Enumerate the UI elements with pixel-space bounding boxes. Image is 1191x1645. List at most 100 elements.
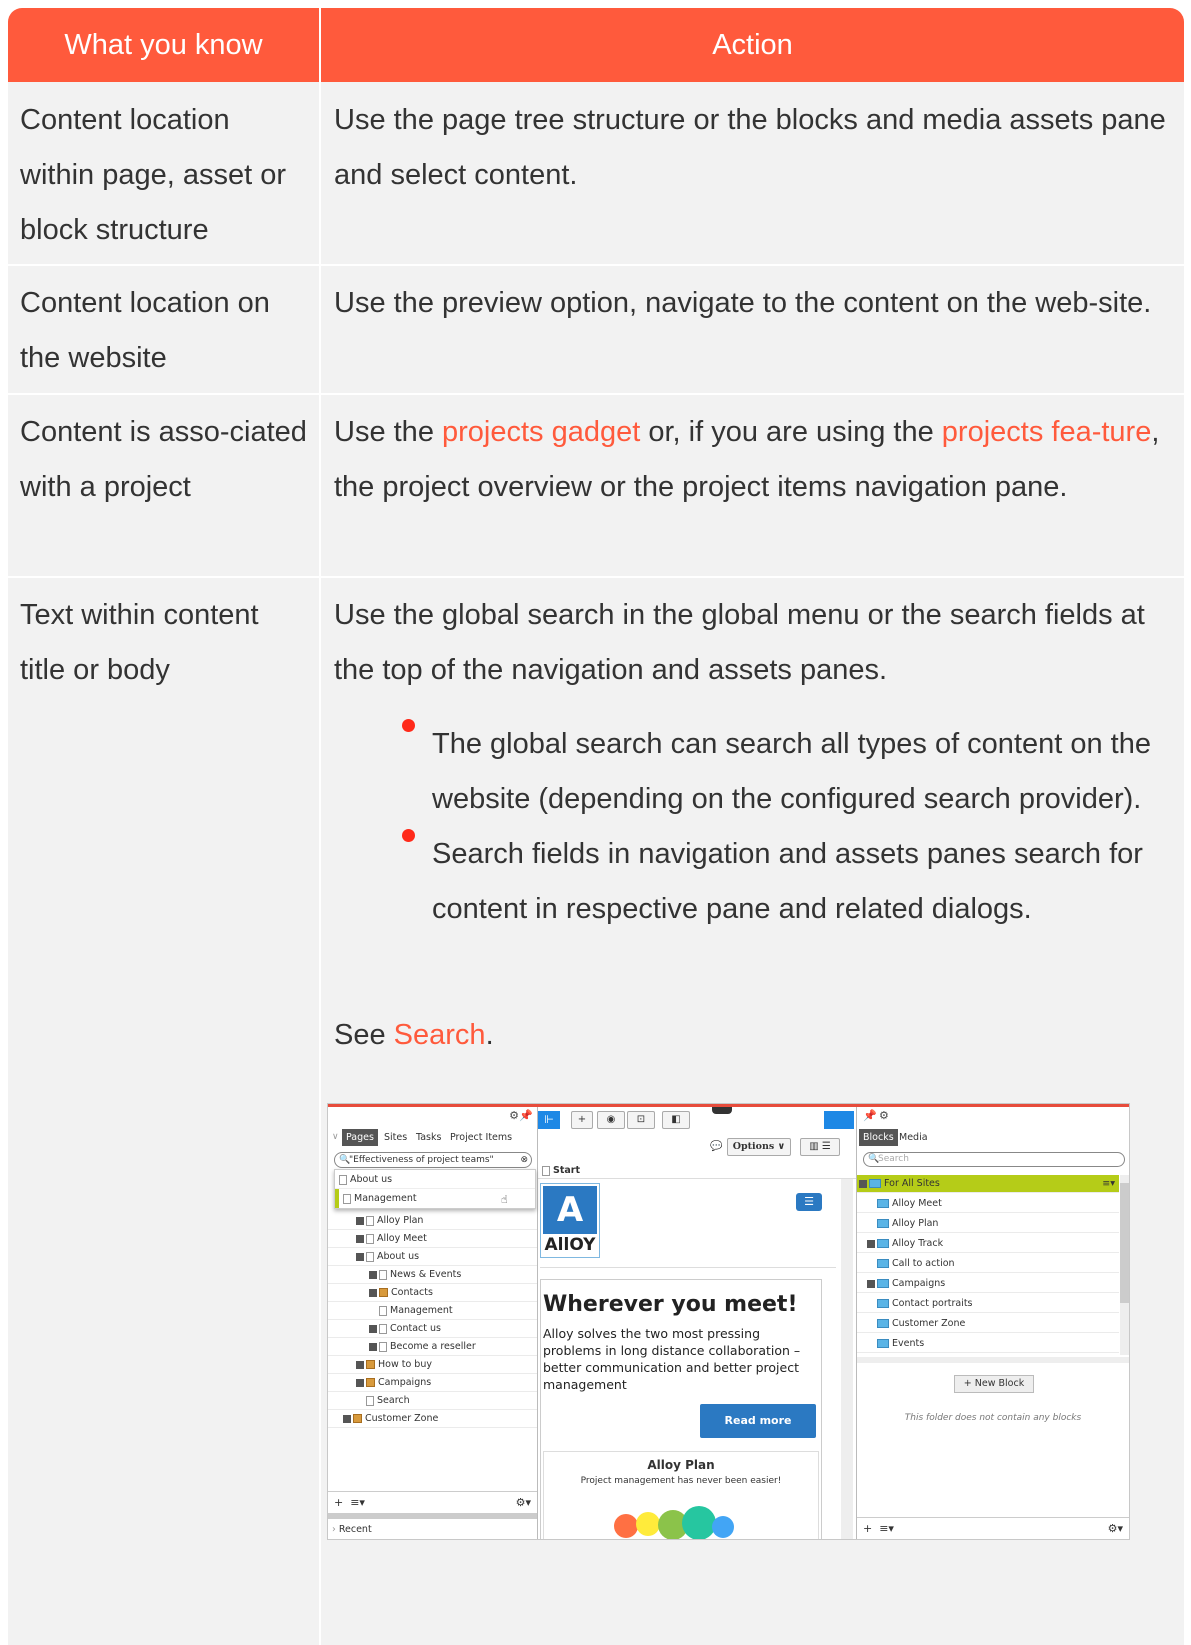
decorative-circle bbox=[682, 1506, 716, 1539]
tree-item[interactable]: Campaigns bbox=[328, 1374, 537, 1392]
scrollbar[interactable] bbox=[841, 1179, 853, 1539]
navigation-pane: ⚙ 📌 ∨ Pages Sites Tasks Project Items 🔍 … bbox=[328, 1107, 538, 1539]
hamburger-menu-icon[interactable]: ☰ bbox=[796, 1193, 822, 1211]
pin-icon[interactable]: 📌 bbox=[519, 1109, 533, 1122]
decorative-circle bbox=[636, 1512, 660, 1536]
header-action: Action bbox=[712, 29, 793, 61]
pane-toolbar: + ≡▾ ⚙▾ bbox=[857, 1517, 1129, 1539]
tab-tasks[interactable]: Tasks bbox=[412, 1129, 445, 1146]
add-icon[interactable]: + bbox=[863, 1522, 872, 1535]
tree-item[interactable]: Management bbox=[328, 1302, 537, 1320]
tree-item[interactable]: Alloy Meet bbox=[328, 1230, 537, 1248]
assets-folder-icon[interactable] bbox=[824, 1111, 854, 1129]
tree-item[interactable]: How to buy bbox=[328, 1356, 537, 1374]
recent-section[interactable]: › Recent bbox=[328, 1521, 537, 1539]
search-results-dropdown: About us Management ☝ bbox=[334, 1169, 536, 1209]
chevron-down-icon: ∨ bbox=[332, 1132, 339, 1142]
tab-media[interactable]: Media bbox=[895, 1129, 932, 1146]
table-row: Content is asso-ciated with a project Us… bbox=[8, 395, 1184, 578]
preview-eye-icon[interactable]: ◉ bbox=[597, 1111, 625, 1129]
search-input[interactable]: 🔍 "Effectiveness of project teams" ⊗ bbox=[334, 1152, 532, 1168]
pin-icon[interactable]: 📌 bbox=[863, 1109, 877, 1122]
preview-pane: ⊩ + ◉ ⊡ ◧ 💬 Options ∨ ▥ ☰ Start A AllOY … bbox=[538, 1107, 856, 1539]
gear-icon[interactable]: ⚙ bbox=[879, 1109, 889, 1122]
gear-icon[interactable]: ⚙ bbox=[509, 1109, 519, 1122]
breadcrumb: Start bbox=[538, 1163, 856, 1179]
action-cell: Use the page tree structure or the block… bbox=[334, 104, 1166, 191]
tab-project-items[interactable]: Project Items bbox=[446, 1129, 516, 1146]
tab-sites[interactable]: Sites bbox=[380, 1129, 411, 1146]
menu-icon[interactable]: ≡▾ bbox=[350, 1496, 365, 1509]
add-button[interactable]: + bbox=[571, 1111, 593, 1129]
tree-item[interactable]: Alloy Plan bbox=[328, 1212, 537, 1230]
options-button[interactable]: Options ∨ bbox=[727, 1138, 791, 1156]
context-menu-icon[interactable]: ≡▾ bbox=[1102, 1175, 1115, 1193]
empty-message: This folder does not contain any blocks bbox=[904, 1413, 1082, 1423]
plan-title: Alloy Plan bbox=[647, 1458, 715, 1472]
tab-pages[interactable]: Pages bbox=[342, 1129, 378, 1146]
table-row: Content location within page, asset or b… bbox=[8, 82, 1184, 266]
settings-icon[interactable]: ⚙▾ bbox=[516, 1492, 531, 1514]
see-also: See Search. bbox=[334, 1019, 494, 1051]
menu-icon[interactable]: ≡▾ bbox=[879, 1522, 894, 1535]
folder-item[interactable]: Alloy Plan bbox=[857, 1215, 1119, 1233]
projects-gadget-link[interactable]: projects gadget bbox=[442, 416, 640, 448]
search-icon: 🔍 bbox=[868, 1154, 880, 1164]
search-input[interactable]: 🔍 Search bbox=[863, 1152, 1125, 1167]
tree-item[interactable]: Become a reseller bbox=[328, 1338, 537, 1356]
tab-blocks[interactable]: Blocks bbox=[859, 1129, 898, 1146]
assets-pane: 📌 ⚙ Blocks Media 🔍 Search For All Sites ≡… bbox=[856, 1107, 1129, 1539]
folder-item[interactable]: Campaigns bbox=[857, 1275, 1119, 1293]
toggle-view-icon[interactable]: ◧ bbox=[662, 1111, 690, 1129]
tree-item[interactable]: Search bbox=[328, 1392, 537, 1410]
compare-icon[interactable]: ⊡ bbox=[627, 1111, 655, 1129]
plan-text: Project management has never been easier… bbox=[580, 1476, 782, 1486]
add-icon[interactable]: + bbox=[334, 1496, 343, 1509]
pane-toolbar: + ≡▾ ⚙▾ bbox=[328, 1491, 537, 1513]
folder-item[interactable]: Contact portraits bbox=[857, 1295, 1119, 1313]
global-menu-toggle[interactable] bbox=[712, 1107, 732, 1114]
decorative-circle bbox=[614, 1514, 638, 1538]
scrollbar[interactable] bbox=[1120, 1175, 1129, 1355]
tree-item[interactable]: Contact us bbox=[328, 1320, 537, 1338]
tree-item[interactable]: About us bbox=[328, 1248, 537, 1266]
search-icon: 🔍 bbox=[339, 1155, 351, 1165]
decorative-circle bbox=[712, 1516, 734, 1538]
list-item[interactable]: Management ☝ bbox=[335, 1189, 535, 1208]
projects-feature-link[interactable]: projects fea-ture bbox=[942, 416, 1152, 448]
hero-title: Wherever you meet! bbox=[543, 1292, 798, 1317]
folder-item[interactable]: Alloy Meet bbox=[857, 1195, 1119, 1213]
know-cell: Content location within page, asset or b… bbox=[20, 104, 286, 246]
read-more-button[interactable]: Read more bbox=[700, 1404, 816, 1438]
know-cell: Text within content title or body bbox=[20, 599, 259, 686]
list-item[interactable]: About us bbox=[335, 1170, 535, 1189]
settings-icon[interactable]: ⚙▾ bbox=[1108, 1518, 1123, 1539]
folder-item[interactable]: Alloy Track bbox=[857, 1235, 1119, 1253]
action-cell: Use the preview option, navigate to the … bbox=[334, 287, 1152, 319]
tree-item[interactable]: News & Events bbox=[328, 1266, 537, 1284]
new-block-button[interactable]: + New Block bbox=[954, 1375, 1034, 1393]
bullet-dot-icon bbox=[402, 829, 415, 842]
action-cell: Use the global search in the global menu… bbox=[334, 599, 1145, 686]
bullet-dot-icon bbox=[402, 719, 415, 732]
folder-item[interactable]: For All Sites ≡▾ bbox=[857, 1175, 1119, 1193]
tree-item[interactable]: Contacts bbox=[328, 1284, 537, 1302]
search-link[interactable]: Search bbox=[394, 1019, 486, 1051]
hand-cursor-icon: ☝ bbox=[501, 1193, 508, 1206]
clear-icon[interactable]: ⊗ bbox=[520, 1153, 528, 1167]
cms-screenshot: ⚙ 📌 ∨ Pages Sites Tasks Project Items 🔍 … bbox=[327, 1103, 1130, 1540]
folder-item[interactable]: Customer Zone bbox=[857, 1315, 1119, 1333]
plan-card: Alloy Plan Project management has never … bbox=[543, 1451, 819, 1539]
folder-item[interactable]: Call to action bbox=[857, 1255, 1119, 1273]
comment-icon[interactable]: 💬 bbox=[710, 1141, 722, 1152]
tree-item[interactable]: Customer Zone bbox=[328, 1410, 537, 1428]
know-cell: Content location on the website bbox=[20, 287, 270, 374]
hero-text: Alloy solves the two most pressing probl… bbox=[543, 1326, 801, 1392]
view-mode-icon[interactable]: ▥ ☰ bbox=[800, 1138, 840, 1156]
list-item: Search fields in navigation and assets p… bbox=[402, 827, 1184, 937]
table-row: Content location on the website Use the … bbox=[8, 266, 1184, 395]
know-cell: Content is asso-ciated with a project bbox=[20, 416, 307, 503]
folder-item[interactable]: Events bbox=[857, 1335, 1119, 1353]
table-header: What you know Action bbox=[8, 8, 1184, 82]
page-tree-icon[interactable]: ⊩ bbox=[538, 1111, 560, 1129]
